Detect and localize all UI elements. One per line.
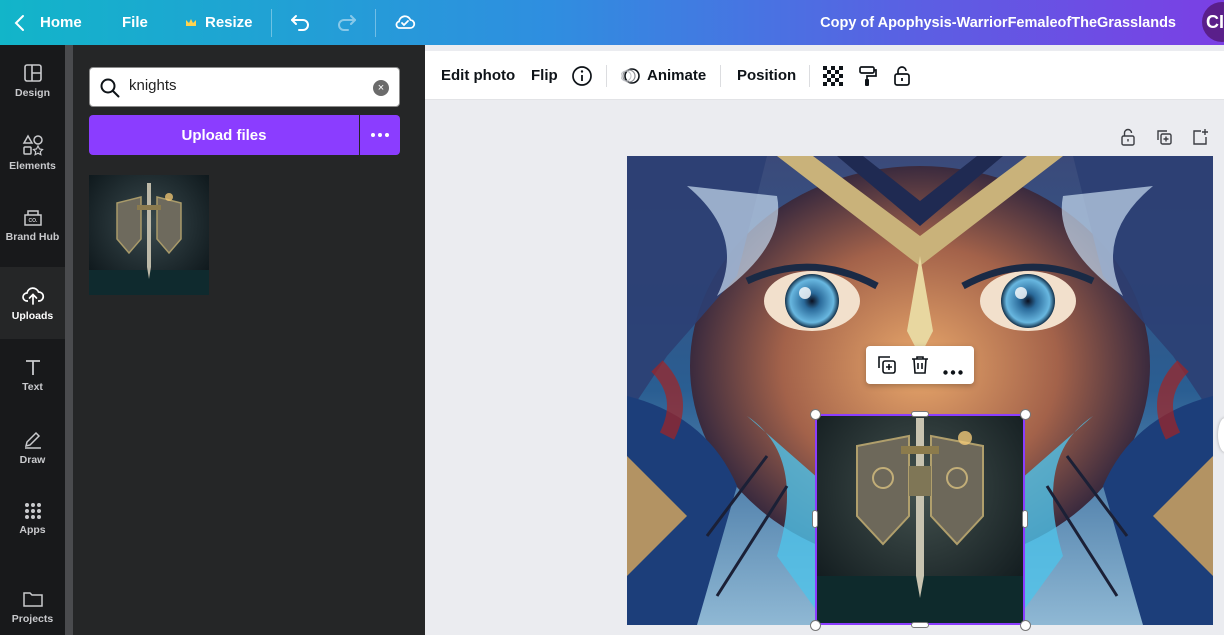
top-bar: Home File Resize Copy of Apophysis-Warri… bbox=[0, 0, 1224, 45]
transparency-button[interactable] bbox=[823, 51, 843, 100]
divider bbox=[606, 65, 607, 87]
upload-more-button[interactable] bbox=[360, 115, 400, 155]
rail-item-elements[interactable]: Elements bbox=[0, 117, 65, 189]
search-icon bbox=[100, 78, 120, 98]
rail-item-draw[interactable]: Draw bbox=[0, 411, 65, 483]
cloud-upload-icon bbox=[21, 287, 44, 305]
layout-icon bbox=[23, 64, 42, 82]
rail-label: Draw bbox=[19, 454, 46, 466]
rail-label: Uploads bbox=[11, 310, 54, 322]
flip-button[interactable]: Flip bbox=[531, 51, 558, 100]
document-title[interactable]: Copy of Apophysis-WarriorFemaleofTheGras… bbox=[820, 0, 1176, 45]
rail-label: Elements bbox=[9, 160, 56, 172]
rail-label: Apps bbox=[19, 524, 46, 536]
animate-icon bbox=[621, 67, 640, 84]
duplicate-icon bbox=[878, 356, 896, 374]
redo-icon bbox=[338, 15, 356, 31]
delete-element-button[interactable] bbox=[909, 354, 931, 381]
lock-button[interactable] bbox=[892, 51, 912, 100]
resize-button[interactable]: Resize bbox=[185, 0, 253, 45]
paint-roller-icon bbox=[859, 65, 877, 86]
lock-page-button[interactable] bbox=[1119, 128, 1137, 151]
rail-scrollbar[interactable] bbox=[65, 45, 73, 635]
crown-icon bbox=[186, 18, 196, 26]
resize-handle-right[interactable] bbox=[1022, 510, 1028, 528]
redo-button[interactable] bbox=[336, 11, 358, 38]
rail-item-brand-hub[interactable]: CO. Brand Hub bbox=[0, 189, 65, 261]
home-label: Home bbox=[40, 14, 82, 31]
selected-image-element[interactable] bbox=[815, 414, 1025, 625]
editor-toolbar: Edit photo Flip Animate Position bbox=[425, 51, 1224, 100]
avatar[interactable]: CI bbox=[1202, 2, 1224, 42]
chevron-left-icon bbox=[14, 14, 24, 31]
rail-item-projects[interactable]: Projects bbox=[0, 571, 65, 635]
info-button[interactable] bbox=[571, 51, 593, 100]
more-options-button[interactable] bbox=[943, 362, 963, 380]
folder-icon bbox=[22, 592, 43, 607]
resize-handle-bottom[interactable] bbox=[911, 622, 929, 628]
duplicate-page-button[interactable] bbox=[1155, 128, 1173, 151]
trash-icon bbox=[912, 356, 928, 374]
pen-icon bbox=[24, 431, 41, 449]
search-box[interactable]: knights × bbox=[89, 67, 400, 107]
more-horizontal-icon bbox=[371, 133, 389, 137]
clear-search-icon[interactable]: × bbox=[373, 80, 389, 96]
unlock-icon bbox=[894, 65, 910, 86]
text-icon bbox=[25, 360, 40, 375]
cloud-sync-button[interactable] bbox=[393, 10, 417, 39]
brand-kit-icon: CO. bbox=[23, 210, 42, 226]
duplicate-icon bbox=[1157, 130, 1172, 145]
rail-item-uploads[interactable]: Uploads bbox=[0, 267, 65, 339]
info-icon bbox=[572, 65, 592, 86]
resize-handle-top-left[interactable] bbox=[810, 409, 821, 420]
divider bbox=[720, 65, 721, 87]
style-paint-button[interactable] bbox=[858, 51, 878, 100]
resize-label: Resize bbox=[205, 14, 253, 31]
file-label: File bbox=[122, 14, 148, 31]
undo-icon bbox=[291, 15, 309, 31]
upload-files-button[interactable]: Upload files bbox=[89, 115, 359, 155]
undo-button[interactable] bbox=[289, 11, 311, 38]
resize-handle-top[interactable] bbox=[911, 411, 929, 417]
duplicate-element-button[interactable] bbox=[876, 354, 898, 381]
divider bbox=[375, 9, 376, 37]
resize-handle-bottom-right[interactable] bbox=[1020, 620, 1031, 631]
animate-button[interactable]: Animate bbox=[621, 51, 706, 100]
grid-icon bbox=[24, 503, 41, 519]
knight-shield-image bbox=[89, 175, 209, 295]
svg-text:CO.: CO. bbox=[28, 218, 38, 224]
more-horizontal-icon bbox=[943, 370, 963, 375]
knight-shield-image bbox=[817, 416, 1023, 623]
divider bbox=[271, 9, 272, 37]
resize-handle-top-right[interactable] bbox=[1020, 409, 1031, 420]
file-menu-button[interactable]: File bbox=[122, 0, 148, 45]
uploads-panel: knights × Upload files bbox=[73, 45, 425, 635]
resize-handle-bottom-left[interactable] bbox=[810, 620, 821, 631]
animate-label: Animate bbox=[647, 67, 707, 84]
add-page-button[interactable] bbox=[1191, 128, 1209, 151]
rail-label: Brand Hub bbox=[5, 231, 60, 243]
search-input[interactable]: knights bbox=[129, 77, 177, 94]
shapes-icon bbox=[22, 134, 44, 156]
home-button[interactable]: Home bbox=[10, 0, 82, 45]
rail-label: Design bbox=[14, 87, 50, 99]
edit-photo-button[interactable]: Edit photo bbox=[441, 51, 515, 100]
rail-item-apps[interactable]: Apps bbox=[0, 483, 65, 555]
upload-thumbnail[interactable] bbox=[89, 175, 209, 295]
position-button[interactable]: Position bbox=[737, 51, 796, 100]
rail-item-text[interactable]: Text bbox=[0, 339, 65, 411]
divider bbox=[809, 65, 810, 87]
transparency-icon bbox=[823, 65, 843, 86]
resize-handle-left[interactable] bbox=[812, 510, 818, 528]
cloud-check-icon bbox=[395, 15, 416, 29]
element-context-menu bbox=[866, 346, 974, 384]
rail-label: Text bbox=[22, 381, 43, 393]
add-page-icon bbox=[1193, 129, 1208, 145]
rail-label: Projects bbox=[11, 613, 54, 625]
rail-item-design[interactable]: Design bbox=[0, 45, 65, 117]
unlock-icon bbox=[1121, 128, 1135, 146]
